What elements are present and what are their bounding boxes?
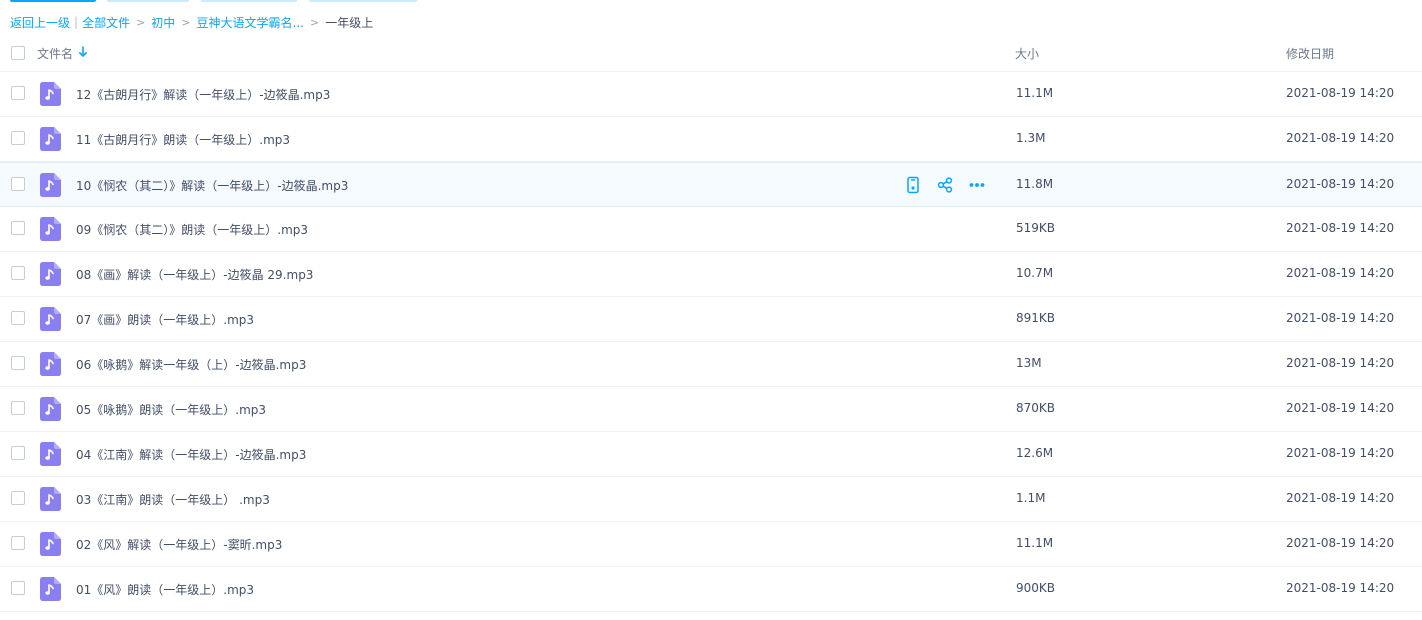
- audio-file-icon: [40, 577, 61, 601]
- audio-file-icon: [40, 487, 61, 511]
- file-size: 11.1M: [1016, 536, 1054, 550]
- file-date: 2021-08-19 14:20: [1286, 221, 1395, 235]
- row-checkbox[interactable]: [11, 491, 25, 505]
- arrow-down-icon[interactable]: [78, 45, 88, 59]
- table-row[interactable]: 12《古朗月行》解读（一年级上）-边筱晶.mp3 11.1M 2021-08-1…: [0, 72, 1422, 117]
- select-all-checkbox[interactable]: [11, 46, 25, 60]
- file-name[interactable]: 10《悯农（其二）》解读（一年级上）-边筱晶.mp3: [76, 177, 348, 194]
- file-date: 2021-08-19 14:20: [1286, 311, 1395, 325]
- column-header-name[interactable]: 文件名: [37, 45, 73, 62]
- file-list: 12《古朗月行》解读（一年级上）-边筱晶.mp3 11.1M 2021-08-1…: [0, 72, 1422, 612]
- row-checkbox[interactable]: [11, 536, 25, 550]
- breadcrumb-pipe: |: [74, 15, 79, 29]
- breadcrumb-item-doushen[interactable]: 豆神大语文学霸名...: [197, 14, 304, 31]
- file-size: 10.7M: [1016, 266, 1054, 280]
- audio-file-icon: [40, 442, 61, 466]
- file-date: 2021-08-19 14:20: [1286, 131, 1395, 145]
- file-size: 12.6M: [1016, 446, 1054, 460]
- file-size: 11.8M: [1016, 177, 1054, 191]
- row-checkbox[interactable]: [11, 446, 25, 460]
- file-name[interactable]: 05《咏鹅》朗读（一年级上）.mp3: [76, 401, 266, 418]
- file-name[interactable]: 08《画》解读（一年级上）-边筱晶 29.mp3: [76, 266, 313, 283]
- file-name[interactable]: 06《咏鹅》解读一年级（上）-边筱晶.mp3: [76, 356, 306, 373]
- audio-file-icon: [40, 262, 61, 286]
- file-date: 2021-08-19 14:20: [1286, 491, 1395, 505]
- row-checkbox[interactable]: [11, 581, 25, 595]
- file-name[interactable]: 09《悯农（其二）》朗读（一年级上）.mp3: [76, 221, 308, 238]
- audio-file-icon: [40, 127, 61, 151]
- row-checkbox[interactable]: [11, 266, 25, 280]
- column-header-date[interactable]: 修改日期: [1286, 45, 1334, 62]
- row-checkbox[interactable]: [11, 311, 25, 325]
- file-size: 1.3M: [1016, 131, 1046, 145]
- file-name[interactable]: 07《画》朗读（一年级上）.mp3: [76, 311, 254, 328]
- file-date: 2021-08-19 14:20: [1286, 581, 1395, 595]
- row-actions: [904, 176, 1000, 194]
- breadcrumb: 返回上一级 | 全部文件 > 初中 > 豆神大语文学霸名... > 一年级上: [10, 12, 373, 32]
- row-checkbox[interactable]: [11, 131, 25, 145]
- table-row-hovered[interactable]: 10《悯农（其二）》解读（一年级上）-边筱晶.mp3 11.8M 2021-08…: [0, 162, 1422, 207]
- file-name[interactable]: 12《古朗月行》解读（一年级上）-边筱晶.mp3: [76, 86, 330, 103]
- row-checkbox[interactable]: [11, 86, 25, 100]
- file-date: 2021-08-19 14:20: [1286, 536, 1395, 550]
- file-size: 891KB: [1016, 311, 1056, 325]
- audio-file-icon: [40, 397, 61, 421]
- file-size: 519KB: [1016, 221, 1056, 235]
- table-row[interactable]: 07《画》朗读（一年级上）.mp3 891KB 2021-08-19 14:20: [0, 297, 1422, 342]
- breadcrumb-item-all-files[interactable]: 全部文件: [82, 14, 130, 31]
- file-date: 2021-08-19 14:20: [1286, 401, 1395, 415]
- file-size: 11.1M: [1016, 86, 1054, 100]
- column-header-size[interactable]: 大小: [1015, 45, 1039, 62]
- table-row[interactable]: 09《悯农（其二）》朗读（一年级上）.mp3 519KB 2021-08-19 …: [0, 207, 1422, 252]
- table-row[interactable]: 01《风》朗读（一年级上）.mp3 900KB 2021-08-19 14:20: [0, 567, 1422, 612]
- file-name[interactable]: 03《江南》朗读（一年级上） .mp3: [76, 491, 270, 508]
- audio-file-icon: [40, 82, 61, 106]
- breadcrumb-separator: >: [309, 15, 320, 29]
- file-name[interactable]: 01《风》朗读（一年级上）.mp3: [76, 581, 254, 598]
- table-row[interactable]: 04《江南》解读（一年级上）-边筱晶.mp3 12.6M 2021-08-19 …: [0, 432, 1422, 477]
- breadcrumb-item-junior-high[interactable]: 初中: [151, 14, 175, 31]
- toolbar-button-edge[interactable]: [201, 0, 297, 2]
- table-row[interactable]: 05《咏鹅》朗读（一年级上）.mp3 870KB 2021-08-19 14:2…: [0, 387, 1422, 432]
- file-size: 870KB: [1016, 401, 1056, 415]
- breadcrumb-current: 一年级上: [325, 15, 374, 30]
- phone-icon[interactable]: [904, 176, 922, 194]
- file-size: 1.1M: [1016, 491, 1046, 505]
- file-date: 2021-08-19 14:20: [1286, 177, 1395, 191]
- file-name[interactable]: 04《江南》解读（一年级上）-边筱晶.mp3: [76, 446, 306, 463]
- share-icon[interactable]: [936, 176, 954, 194]
- table-row[interactable]: 06《咏鹅》解读一年级（上）-边筱晶.mp3 13M 2021-08-19 14…: [0, 342, 1422, 387]
- breadcrumb-separator: >: [136, 15, 146, 29]
- audio-file-icon: [40, 532, 61, 556]
- toolbar-button-edge[interactable]: [309, 0, 417, 2]
- table-row[interactable]: 02《风》解读（一年级上）-窦昕.mp3 11.1M 2021-08-19 14…: [0, 522, 1422, 567]
- file-name[interactable]: 11《古朗月行》朗读（一年级上）.mp3: [76, 131, 290, 148]
- toolbar-button-edge[interactable]: [10, 0, 96, 2]
- back-link[interactable]: 返回上一级: [10, 14, 70, 31]
- breadcrumb-separator: >: [181, 15, 191, 29]
- file-date: 2021-08-19 14:20: [1286, 266, 1395, 280]
- row-checkbox[interactable]: [11, 356, 25, 370]
- file-name[interactable]: 02《风》解读（一年级上）-窦昕.mp3: [76, 536, 282, 553]
- table-row[interactable]: 11《古朗月行》朗读（一年级上）.mp3 1.3M 2021-08-19 14:…: [0, 117, 1422, 162]
- more-icon[interactable]: [968, 176, 986, 194]
- row-checkbox[interactable]: [11, 401, 25, 415]
- file-date: 2021-08-19 14:20: [1286, 86, 1395, 100]
- top-toolbar-edge: [0, 0, 1422, 4]
- file-date: 2021-08-19 14:20: [1286, 356, 1395, 370]
- audio-file-icon: [40, 173, 61, 197]
- audio-file-icon: [40, 217, 61, 241]
- file-size: 13M: [1016, 356, 1042, 370]
- toolbar-button-edge[interactable]: [107, 0, 189, 2]
- table-row[interactable]: 08《画》解读（一年级上）-边筱晶 29.mp3 10.7M 2021-08-1…: [0, 252, 1422, 297]
- row-checkbox[interactable]: [11, 221, 25, 235]
- table-row[interactable]: 03《江南》朗读（一年级上） .mp3 1.1M 2021-08-19 14:2…: [0, 477, 1422, 522]
- row-checkbox[interactable]: [11, 177, 25, 191]
- audio-file-icon: [40, 352, 61, 376]
- file-size: 900KB: [1016, 581, 1056, 595]
- audio-file-icon: [40, 307, 61, 331]
- table-header: 文件名 大小 修改日期: [0, 34, 1422, 72]
- file-date: 2021-08-19 14:20: [1286, 446, 1395, 460]
